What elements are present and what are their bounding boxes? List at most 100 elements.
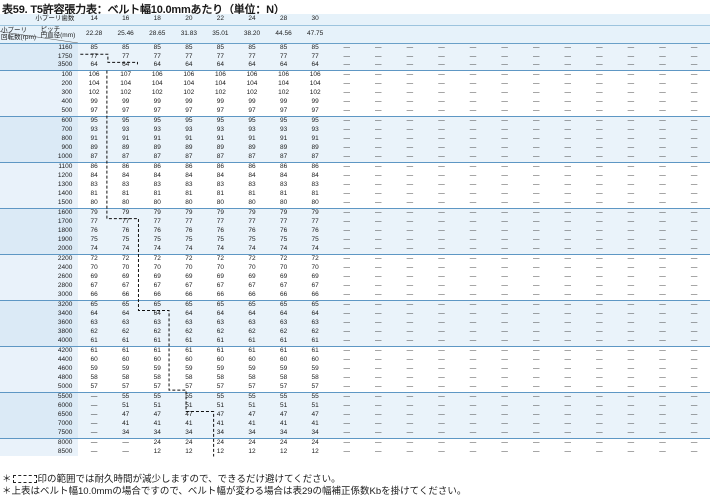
dash-cell: — [583,70,616,80]
dash-cell: — [362,391,395,402]
tension-value-cell: 77 [204,217,237,227]
tension-value-cell: 87 [299,153,331,163]
tension-value-cell: 69 [173,272,205,282]
dash-cell: — [551,88,584,99]
dash-cell: — [551,52,584,62]
tension-value-cell: 76 [204,226,237,236]
tension-value-cell: 104 [236,79,268,89]
dash-cell: — [678,364,710,374]
dash-cell: — [425,190,458,200]
dash-cell: — [330,419,363,429]
dash-cell: — [425,345,458,356]
tension-value-cell: 75 [173,235,205,246]
dash-cell: — [488,199,521,209]
dash-cell: — [330,107,363,117]
dash-cell: — [425,355,458,365]
tension-value-cell: 57 [204,382,237,393]
dash-cell: — [488,70,521,80]
dash-cell: — [646,327,679,337]
dash-cell: — [457,161,489,172]
tension-value-cell: 47 [236,410,268,420]
tension-value-cell: 58 [78,373,110,383]
dash-cell: — [583,272,616,282]
tension-value-cell: 59 [78,364,110,374]
dash-cell: — [425,410,458,420]
tension-value-cell: 61 [141,345,174,356]
dash-cell: — [615,272,647,282]
dash-cell: — [646,61,679,71]
dash-cell: — [394,327,426,337]
dash-cell: — [646,144,679,154]
tension-value-cell: 59 [141,364,174,374]
dash-cell: — [551,61,584,71]
dash-cell: — [330,327,363,337]
tension-value-cell: 66 [173,291,205,301]
dash-cell: — [330,125,363,135]
rpm-cell: 500 [0,107,79,117]
tension-value-cell: 75 [299,235,331,246]
table-row: 300 102 102 102 102 102 102 102 102— — — — — — — — — — — — [0,88,710,99]
table-row: 2600 69 69 69 69 69 69 69 69— — — — — — — — — — — — [0,272,710,282]
tension-value-cell: 51 [173,401,205,411]
dash-cell: — [520,263,552,273]
dash-cell: — [520,410,552,420]
dash-cell: — [394,161,426,172]
dash-cell: — [425,107,458,117]
tension-value-cell: 89 [299,144,331,154]
tension-value-cell: 86 [299,161,331,172]
rpm-label-line2: 回転数(rpm) [1,33,37,41]
dash-cell: — [457,401,489,411]
tension-value-cell: 69 [236,272,268,282]
tension-value-cell: 77 [173,217,205,227]
tension-value-cell: 80 [204,199,237,209]
dash-cell: — [394,419,426,429]
dash-cell: — [615,291,647,301]
table-row: 5000 57 57 57 57 57 57 57 57— — — — — — — — — — — — [0,382,710,393]
dash-cell: — [488,345,521,356]
dash-cell: — [615,419,647,429]
tension-value-cell: 24 [236,437,268,448]
table-row: 5500—55 55 55 55 55 55 55— — — — — — — — — — — — [0,391,710,402]
dash-cell: — [551,115,584,126]
tension-value-cell: 64 [173,61,205,71]
tension-value-cell: 87 [78,153,110,163]
dash-cell: — [583,42,616,53]
tension-value-cell: 64 [204,61,237,71]
dash-cell: — [362,345,395,356]
tension-value-cell: 75 [267,235,300,246]
dash-cell: — [425,144,458,154]
tension-value-cell: 72 [299,253,331,264]
tension-value-cell: 104 [141,79,174,89]
tension-value-cell: — [78,437,110,448]
dash-cell: — [488,79,521,89]
tension-value-cell: 102 [299,88,331,99]
tension-value-cell: 79 [267,207,300,218]
dash-cell: — [678,88,710,99]
tension-value-cell: 74 [78,245,110,255]
tension-value-cell: 75 [236,235,268,246]
dash-cell: — [362,171,395,181]
tension-value-cell: 76 [236,226,268,236]
dash-cell: — [457,428,489,439]
tension-value-cell: 61 [109,345,142,356]
dash-cell: — [425,382,458,393]
dash-cell: — [615,263,647,273]
dash-cell: — [362,327,395,337]
tension-value-cell: 74 [204,245,237,255]
tension-value-cell: 55 [141,391,174,402]
dash-cell: — [678,226,710,236]
pitch-diameter-header-5: 38.20 [236,25,268,44]
dash-cell: — [583,391,616,402]
dash-cell: — [457,52,489,62]
dash-cell: — [425,437,458,448]
dash-cell: — [678,419,710,429]
tension-value-cell: 47 [204,410,237,420]
dash-cell: — [520,291,552,301]
dash-cell: — [457,153,489,163]
tension-value-cell: 77 [109,217,142,227]
tension-value-cell: 61 [267,337,300,347]
tension-value-cell: 34 [236,428,268,439]
dash-cell: — [551,272,584,282]
rpm-cell: 300 [0,88,79,99]
tension-value-cell: 61 [109,337,142,347]
